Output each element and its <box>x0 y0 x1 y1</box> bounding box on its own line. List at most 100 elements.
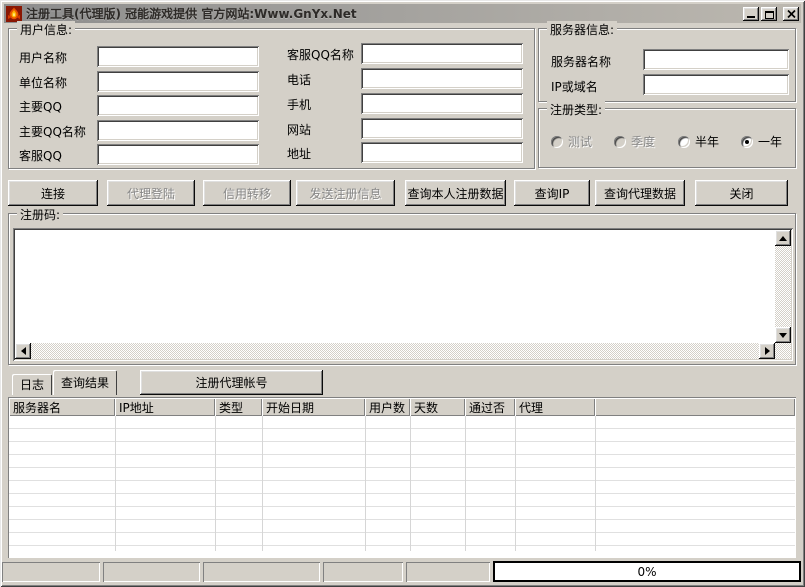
reg-code-group: 注册码: <box>8 213 796 365</box>
table-body[interactable] <box>9 416 795 557</box>
maximize-button[interactable] <box>761 7 777 21</box>
ip-domain-label: IP或域名 <box>551 78 598 95</box>
column-divider <box>262 416 263 551</box>
col-days[interactable]: 天数 <box>410 398 465 416</box>
minimize-icon <box>747 16 755 18</box>
server-name-label: 服务器名称 <box>551 53 611 70</box>
address-input[interactable] <box>361 142 523 163</box>
tab-query-result[interactable]: 查询结果 <box>53 370 117 395</box>
tab-log[interactable]: 日志 <box>12 374 52 395</box>
website-input[interactable] <box>361 118 523 139</box>
send-registration-button[interactable]: 发送注册信息 <box>296 180 395 206</box>
progress-bar: 0% <box>493 561 801 582</box>
app-window: 注册工具(代理版) 冠能游戏提供 官方网站:Www.GnYx.Net 用户信息:… <box>0 0 805 587</box>
radio-half-year[interactable]: 半年 <box>678 133 719 150</box>
radio-test-label: 测试 <box>568 133 592 150</box>
col-type[interactable]: 类型 <box>215 398 262 416</box>
scroll-down-button[interactable] <box>775 327 791 343</box>
status-panel-5 <box>406 562 490 582</box>
col-start-date[interactable]: 开始日期 <box>262 398 365 416</box>
column-divider <box>410 416 411 551</box>
radio-half-year-label: 半年 <box>695 133 719 150</box>
col-user-count[interactable]: 用户数 <box>365 398 410 416</box>
server-name-input[interactable] <box>643 49 789 70</box>
status-panel-1 <box>2 562 100 582</box>
scroll-down-icon <box>779 333 787 338</box>
column-divider <box>365 416 366 551</box>
username-label: 用户名称 <box>19 49 67 66</box>
radio-quarter-label: 季度 <box>631 133 655 150</box>
tab-query-result-label: 查询结果 <box>61 374 109 391</box>
reg-code-group-title: 注册码: <box>17 206 63 223</box>
connect-button[interactable]: 连接 <box>8 180 98 206</box>
main-qq-input[interactable] <box>97 95 259 116</box>
close-button[interactable] <box>783 7 799 21</box>
table-header: 服务器名 IP地址 类型 开始日期 用户数 天数 通过否 代理 <box>9 398 795 416</box>
scrollbar-corner <box>775 343 791 359</box>
col-agent[interactable]: 代理 <box>515 398 595 416</box>
col-ip-address[interactable]: IP地址 <box>115 398 215 416</box>
app-icon <box>6 6 22 22</box>
status-panel-3 <box>203 562 320 582</box>
server-info-group: 服务器信息: 服务器名称 IP或域名 <box>538 28 796 102</box>
register-agent-account-button[interactable]: 注册代理帐号 <box>140 370 323 395</box>
radio-test: 测试 <box>551 133 592 150</box>
query-agent-data-button[interactable]: 查询代理数据 <box>595 180 685 206</box>
query-ip-button[interactable]: 查询IP <box>514 180 590 206</box>
minimize-button[interactable] <box>743 7 759 21</box>
col-filler <box>595 398 795 416</box>
reg-type-group-title: 注册类型: <box>547 101 605 118</box>
column-divider <box>115 416 116 551</box>
server-info-group-title: 服务器信息: <box>547 21 617 38</box>
reg-code-pane <box>13 228 793 361</box>
service-qq-name-label: 客服QQ名称 <box>287 46 354 63</box>
mobile-label: 手机 <box>287 96 311 113</box>
col-server-name[interactable]: 服务器名 <box>9 398 115 416</box>
status-panel-2 <box>103 562 200 582</box>
scroll-left-icon <box>21 347 26 355</box>
service-qq-label: 客服QQ <box>19 147 62 164</box>
mobile-input[interactable] <box>361 93 523 114</box>
window-controls <box>743 7 799 21</box>
titlebar: 注册工具(代理版) 冠能游戏提供 官方网站:Www.GnYx.Net <box>4 4 801 23</box>
main-qq-name-label: 主要QQ名称 <box>19 123 86 140</box>
address-label: 地址 <box>287 145 311 162</box>
horizontal-scrollbar[interactable] <box>15 343 775 359</box>
reg-code-textarea[interactable] <box>15 230 775 343</box>
website-label: 网站 <box>287 121 311 138</box>
user-info-group: 用户信息: 用户名称 单位名称 主要QQ 主要QQ名称 客服QQ 客服QQ名称 … <box>8 28 535 169</box>
phone-input[interactable] <box>361 68 523 89</box>
company-name-label: 单位名称 <box>19 74 67 91</box>
company-name-input[interactable] <box>97 71 259 92</box>
scroll-left-button[interactable] <box>15 343 31 359</box>
radio-half-year-icon[interactable] <box>678 136 690 148</box>
radio-one-year-label: 一年 <box>758 133 782 150</box>
radio-quarter-icon <box>614 136 626 148</box>
ip-domain-input[interactable] <box>643 74 789 95</box>
user-info-group-title: 用户信息: <box>17 21 75 38</box>
column-divider <box>595 416 596 551</box>
agent-login-button[interactable]: 代理登陆 <box>107 180 195 206</box>
scroll-up-button[interactable] <box>775 230 791 246</box>
close-app-button[interactable]: 关闭 <box>695 180 788 206</box>
col-passed[interactable]: 通过否 <box>465 398 515 416</box>
maximize-icon <box>765 11 774 19</box>
main-qq-name-input[interactable] <box>97 120 259 141</box>
radio-one-year-icon[interactable] <box>741 136 753 148</box>
reg-type-group: 注册类型: 测试 季度 半年 一年 <box>538 108 796 168</box>
phone-label: 电话 <box>287 71 311 88</box>
results-table[interactable]: 服务器名 IP地址 类型 开始日期 用户数 天数 通过否 代理 <box>8 397 796 558</box>
service-qq-name-input[interactable] <box>361 43 523 64</box>
window-title: 注册工具(代理版) 冠能游戏提供 官方网站:Www.GnYx.Net <box>26 5 743 22</box>
query-my-registration-button[interactable]: 查询本人注册数据 <box>405 180 506 206</box>
service-qq-input[interactable] <box>97 144 259 165</box>
status-panel-4 <box>323 562 403 582</box>
close-icon <box>787 10 796 18</box>
radio-quarter: 季度 <box>614 133 655 150</box>
vertical-scrollbar[interactable] <box>775 230 791 343</box>
radio-one-year[interactable]: 一年 <box>741 133 782 150</box>
radio-test-icon <box>551 136 563 148</box>
scroll-right-button[interactable] <box>759 343 775 359</box>
credit-transfer-button[interactable]: 信用转移 <box>203 180 291 206</box>
username-input[interactable] <box>97 46 259 67</box>
